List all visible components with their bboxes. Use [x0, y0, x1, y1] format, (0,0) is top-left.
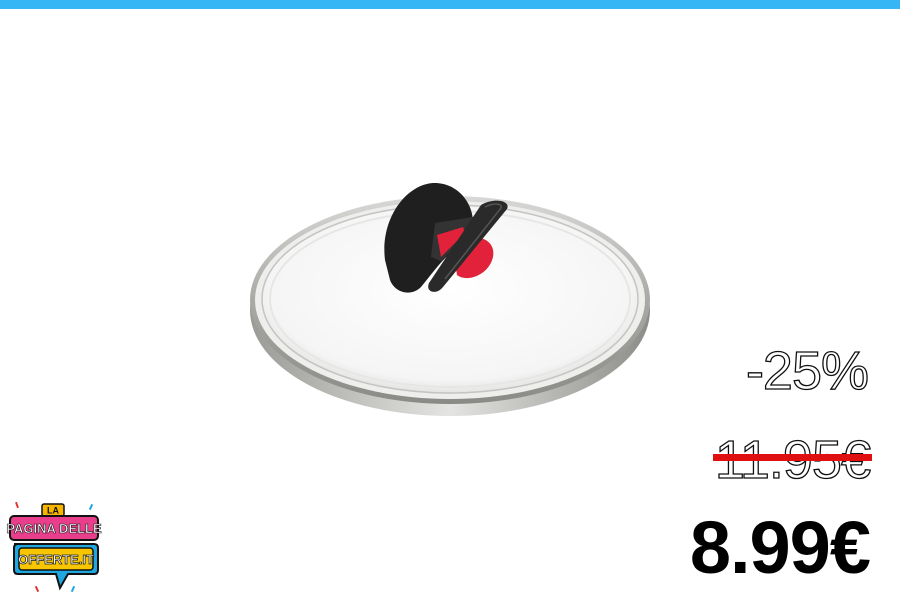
- logo-text-la: LA: [47, 506, 59, 516]
- new-price: 8.99€: [689, 506, 871, 589]
- top-accent-bar: [0, 0, 900, 9]
- strikethrough-line: [712, 454, 872, 461]
- logo-text-offerte: OFFERTE.IT: [18, 552, 94, 567]
- discount-badge: -25%: [745, 340, 869, 401]
- logo-text-pagina: PAGINA DELLE: [6, 521, 102, 536]
- site-logo: LA PAGINA DELLE OFFERTE.IT: [6, 501, 102, 593]
- old-price: 11.95€: [712, 427, 872, 493]
- product-image: [250, 182, 650, 416]
